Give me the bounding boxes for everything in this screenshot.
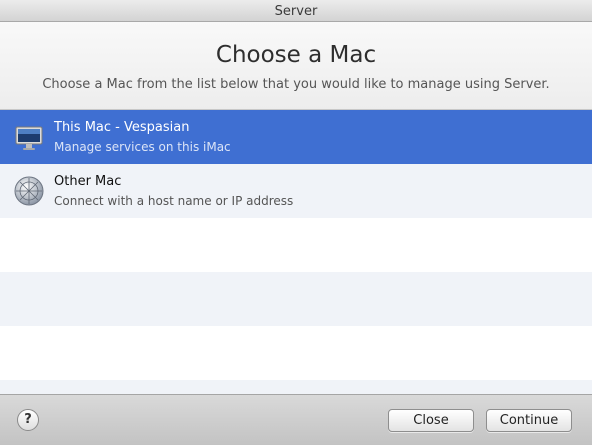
page-subtitle: Choose a Mac from the list below that yo… xyxy=(42,77,550,92)
list-item-title: This Mac - Vespasian xyxy=(54,120,190,135)
imac-icon xyxy=(15,126,43,150)
empty-row xyxy=(0,326,592,380)
list-item-other-mac[interactable]: Other Mac Connect with a host name or IP… xyxy=(0,164,592,218)
list-item-subtitle: Manage services on this iMac xyxy=(54,140,231,154)
empty-row xyxy=(0,380,592,394)
dialog-header: Choose a Mac Choose a Mac from the list … xyxy=(0,22,592,110)
window-title: Server xyxy=(274,4,318,19)
mac-list: This Mac - Vespasian Manage services on … xyxy=(0,110,592,394)
list-item-this-mac[interactable]: This Mac - Vespasian Manage services on … xyxy=(0,110,592,164)
empty-row xyxy=(0,218,592,272)
dialog-footer: ? Close Continue xyxy=(0,394,592,445)
continue-button[interactable]: Continue xyxy=(486,409,572,432)
help-button[interactable]: ? xyxy=(17,409,39,431)
server-window: Server Choose a Mac Choose a Mac from th… xyxy=(0,0,592,445)
title-bar[interactable]: Server xyxy=(0,0,592,22)
network-globe-icon xyxy=(14,176,44,206)
close-button[interactable]: Close xyxy=(388,409,474,432)
page-title: Choose a Mac xyxy=(215,42,377,68)
list-item-subtitle: Connect with a host name or IP address xyxy=(54,194,294,208)
empty-row xyxy=(0,272,592,326)
list-item-title: Other Mac xyxy=(54,174,122,189)
